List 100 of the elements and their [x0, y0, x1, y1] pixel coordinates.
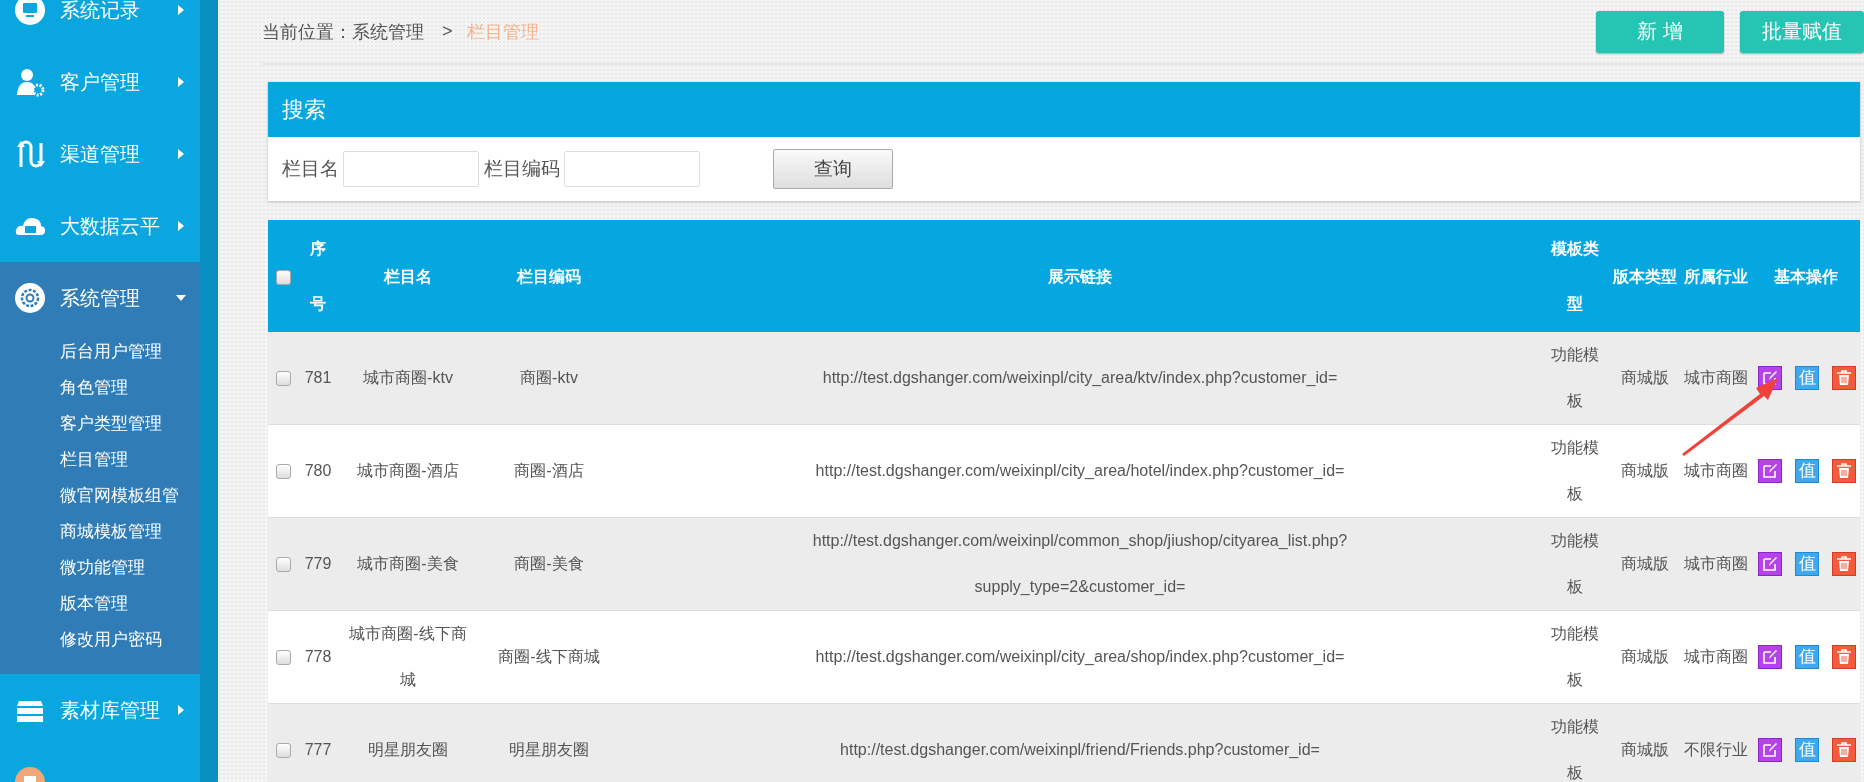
sidebar-item[interactable]: 大数据云平 — [0, 190, 200, 262]
arrows-icon — [15, 139, 45, 169]
assign-button[interactable]: 值 — [1795, 645, 1819, 669]
submenu-item[interactable]: 角色管理 — [0, 370, 200, 406]
checkbox[interactable] — [275, 269, 291, 285]
table-cell: http://test.dgshanger.com/weixinpl/city_area/shop/index.php?customer_id= — [815, 648, 1345, 665]
table-cell: 明星朋友圈 — [509, 741, 589, 758]
assign-button[interactable]: 值 — [1795, 459, 1819, 483]
column-header: 序号 — [310, 240, 326, 312]
edit-button[interactable] — [1758, 552, 1782, 576]
column-header: 版本类型 — [1613, 267, 1677, 285]
column-header: 模板类型 — [1551, 240, 1599, 312]
table-cell: 商圈-ktv — [520, 369, 578, 386]
delete-button[interactable] — [1832, 459, 1856, 483]
checkbox[interactable] — [275, 743, 291, 759]
delete-button[interactable] — [1832, 645, 1856, 669]
sidebar-item[interactable]: 客户管理 — [0, 46, 200, 118]
trash-icon — [1836, 370, 1852, 386]
table-cell: 城市商圈-酒店 — [357, 462, 459, 479]
column-header: 所属行业 — [1684, 267, 1748, 285]
table-cell: 功能模板 — [1551, 532, 1599, 595]
user-icon — [15, 67, 45, 97]
submenu-item[interactable]: 客户类型管理 — [0, 406, 200, 442]
submenu-item[interactable]: 商城模板管理 — [0, 514, 200, 550]
sidebar-item[interactable]: 素材库管理 — [0, 674, 200, 746]
table-cell: 功能模板 — [1551, 346, 1599, 409]
submenu-item[interactable]: 后台用户管理 — [0, 334, 200, 370]
checkbox[interactable] — [275, 650, 291, 666]
submenu-item[interactable]: 修改用户密码 — [0, 622, 200, 658]
delete-button[interactable] — [1832, 738, 1856, 762]
table-cell: http://test.dgshanger.com/weixinpl/city_area/hotel/index.php?customer_id= — [815, 462, 1345, 479]
submenu-item[interactable]: 微官网模板组管 — [0, 478, 200, 514]
edit-icon — [1762, 649, 1778, 665]
table-cell: 城市商圈-ktv — [363, 369, 453, 386]
settings-icon — [15, 283, 45, 313]
sidebar-item[interactable]: 系统管理 — [0, 262, 200, 334]
table-cell: 780 — [304, 462, 332, 479]
input-field[interactable] — [343, 151, 479, 187]
trash-icon — [1836, 556, 1852, 572]
query-button[interactable]: 查询 — [773, 149, 893, 189]
edit-button[interactable] — [1758, 738, 1782, 762]
table-cell: 功能模板 — [1551, 625, 1599, 688]
assign-button[interactable]: 值 — [1795, 738, 1819, 762]
edit-icon — [1762, 742, 1778, 758]
submenu-item[interactable]: 栏目管理 — [0, 442, 200, 478]
table-cell: 商圈-酒店 — [514, 462, 584, 479]
table-cell: http://test.dgshanger.com/weixinpl/common_shop/jiushop/cityarea_list.php?supply_type=2&customer_id= — [812, 532, 1348, 595]
panel-title: 搜索 — [268, 82, 1860, 137]
table-cell: http://test.dgshanger.com/weixinpl/friend/Friends.php?customer_id= — [840, 741, 1320, 758]
submenu-item[interactable]: 版本管理 — [0, 586, 200, 622]
trash-icon — [1836, 742, 1852, 758]
table-cell: 商城版 — [1621, 462, 1669, 479]
table-cell: 商城版 — [1621, 741, 1669, 758]
table-cell: 商圈-线下商城 — [498, 648, 600, 665]
edit-button[interactable] — [1758, 645, 1782, 669]
sidebar-item[interactable]: 系统记录 — [0, 0, 200, 46]
submenu-item[interactable]: 微功能管理 — [0, 550, 200, 586]
assign-button[interactable]: 值 — [1795, 366, 1819, 390]
table-cell: 城市商圈-美食 — [357, 555, 459, 572]
table-cell: 明星朋友圈 — [368, 741, 448, 758]
delete-button[interactable] — [1832, 366, 1856, 390]
add-button[interactable]: 新 增 — [1596, 10, 1724, 53]
edit-icon — [1762, 463, 1778, 479]
column-header: 展示链接 — [1048, 267, 1112, 285]
field-label: 栏目编码 — [484, 157, 560, 181]
table-cell: 商圈-美食 — [514, 555, 584, 572]
sidebar-item[interactable]: 渠道管理 — [0, 118, 200, 190]
table-cell: 778 — [304, 648, 332, 665]
column-header: 基本操作 — [1774, 267, 1838, 285]
table-cell: 城市商圈 — [1684, 648, 1748, 665]
column-header: 栏目编码 — [517, 267, 581, 285]
trash-icon — [1836, 463, 1852, 479]
table-cell: 商城版 — [1621, 555, 1669, 572]
trash-icon — [1836, 649, 1852, 665]
field-label: 栏目名 — [282, 157, 339, 181]
table-cell: 781 — [304, 369, 332, 386]
table-cell: 不限行业 — [1684, 741, 1748, 758]
batch-assign-button[interactable]: 批量赋值 — [1740, 10, 1864, 53]
assign-button[interactable]: 值 — [1795, 552, 1819, 576]
input-field[interactable] — [564, 151, 700, 187]
breadcrumb: 当前位置：系统管理 — [262, 20, 424, 44]
table-cell: 城市商圈 — [1684, 462, 1748, 479]
edit-icon — [1762, 370, 1778, 386]
table-cell: 功能模板 — [1551, 439, 1599, 502]
table-cell: 城市商圈 — [1684, 555, 1748, 572]
checkbox[interactable] — [275, 557, 291, 573]
table-cell: 777 — [304, 741, 332, 758]
checkbox[interactable] — [275, 371, 291, 387]
table-cell: 功能模板 — [1551, 718, 1599, 781]
column-header: 栏目名 — [384, 267, 432, 285]
delete-button[interactable] — [1832, 552, 1856, 576]
breadcrumb-current: 栏目管理 — [466, 20, 539, 44]
table-cell: http://test.dgshanger.com/weixinpl/city_area/ktv/index.php?customer_id= — [822, 369, 1338, 386]
edit-button[interactable] — [1758, 459, 1782, 483]
table-cell: 商城版 — [1621, 648, 1669, 665]
checkbox[interactable] — [275, 464, 291, 480]
table-cell: 城市商圈-线下商城 — [349, 625, 467, 688]
table-cell: 商城版 — [1621, 369, 1669, 386]
table-cell: 城市商圈 — [1684, 369, 1748, 386]
table-cell: 779 — [304, 555, 332, 572]
